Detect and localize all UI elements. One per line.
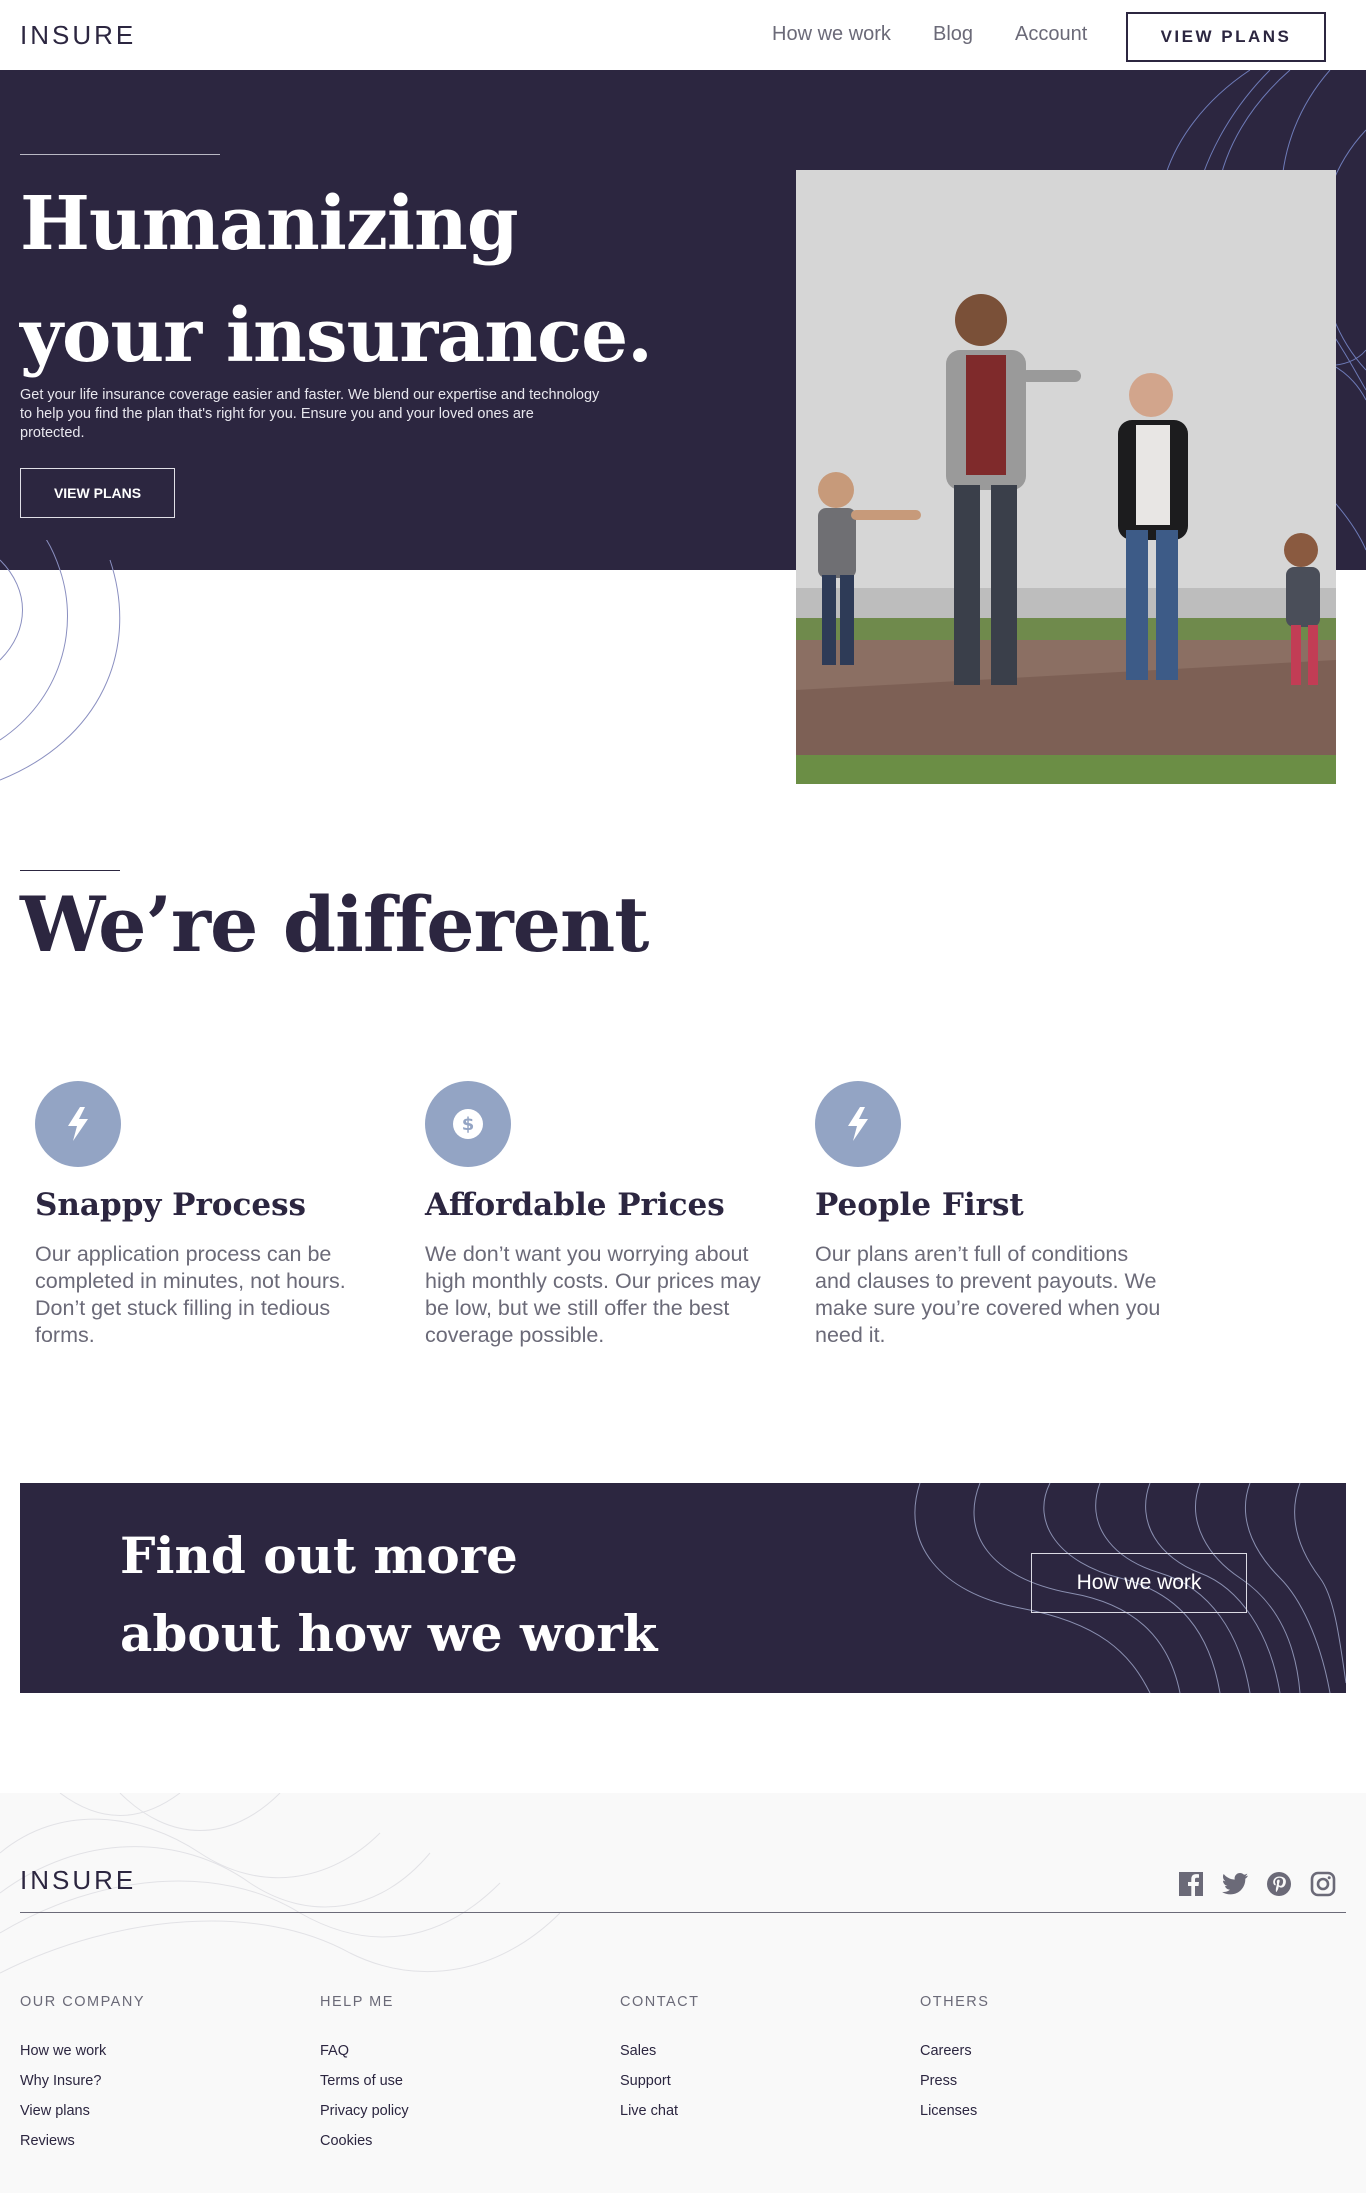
how-we-work-banner: Find out more about how we work How we w… [20, 1483, 1346, 1693]
hero-title: Humanizing your insurance. [20, 168, 660, 392]
family-photo-illustration [796, 170, 1336, 784]
svg-text:$: $ [462, 1114, 475, 1135]
banner-title: Find out more about how we work [120, 1517, 657, 1673]
different-title: We’re different [20, 880, 649, 969]
pinterest-icon[interactable] [1266, 1871, 1292, 1897]
footer-link-why-insure[interactable]: Why Insure? [20, 2073, 320, 2103]
footer-link-cookies[interactable]: Cookies [320, 2133, 620, 2163]
footer-link-view-plans[interactable]: View plans [20, 2103, 320, 2133]
footer-column-heading: CONTACT [620, 1994, 700, 2010]
lightning-bolt-icon [815, 1081, 901, 1167]
footer-column-heading: OUR COMPANY [20, 1994, 145, 2010]
lightning-bolt-icon [35, 1081, 121, 1167]
dollar-icon: $ [425, 1081, 511, 1167]
footer-link-careers[interactable]: Careers [920, 2043, 1220, 2073]
hero-title-line-2: your insurance. [20, 293, 653, 379]
footer-link-live-chat[interactable]: Live chat [620, 2103, 920, 2133]
feature-title: Snappy Process [35, 1187, 306, 1223]
banner-title-line-2: about how we work [120, 1604, 658, 1663]
feature-affordable-prices: $ Affordable Prices We don’t want you wo… [410, 1081, 770, 1349]
footer-link-faq[interactable]: FAQ [320, 2043, 620, 2073]
footer-column-heading: HELP ME [320, 1994, 394, 2010]
hero-view-plans-button[interactable]: VIEW PLANS [20, 468, 175, 518]
nav-account[interactable]: Account [1015, 23, 1087, 46]
footer-column-heading: OTHERS [920, 1994, 990, 2010]
hero-title-line-1: Humanizing [20, 181, 519, 267]
footer-link-licenses[interactable]: Licenses [920, 2103, 1220, 2133]
footer-logo[interactable]: INSURE [20, 1865, 136, 1896]
footer-link-how-we-work[interactable]: How we work [20, 2043, 320, 2073]
footer-column-our-company: OUR COMPANY How we work Why Insure? View… [20, 1994, 320, 2163]
footer-column-contact: CONTACT Sales Support Live chat [620, 1994, 920, 2133]
footer-link-press[interactable]: Press [920, 2073, 1220, 2103]
view-plans-button[interactable]: VIEW PLANS [1126, 12, 1326, 62]
footer-link-terms-of-use[interactable]: Terms of use [320, 2073, 620, 2103]
footer-divider [20, 1912, 1346, 1913]
banner-title-line-1: Find out more [120, 1526, 518, 1585]
facebook-icon[interactable] [1178, 1871, 1204, 1897]
footer-link-privacy-policy[interactable]: Privacy policy [320, 2103, 620, 2133]
site-header: INSURE How we work Blog Account VIEW PLA… [0, 0, 1366, 70]
footer-link-support[interactable]: Support [620, 2073, 920, 2103]
different-divider [20, 870, 120, 871]
footer-column-help-me: HELP ME FAQ Terms of use Privacy policy … [320, 1994, 620, 2163]
nav-blog[interactable]: Blog [933, 23, 973, 46]
footer-link-sales[interactable]: Sales [620, 2043, 920, 2073]
hero-description: Get your life insurance coverage easier … [20, 387, 600, 441]
footer-column-others: OTHERS Careers Press Licenses [920, 1994, 1220, 2133]
feature-title: Affordable Prices [425, 1187, 725, 1223]
left-pattern-curves [0, 540, 121, 781]
feature-text: Our application process can be completed… [35, 1242, 346, 1347]
feature-people-first: People First Our plans aren’t full of co… [800, 1081, 1160, 1349]
family-photo [796, 170, 1336, 784]
logo[interactable]: INSURE [20, 20, 136, 51]
feature-title: People First [815, 1187, 1024, 1223]
hero-divider [20, 154, 220, 155]
how-we-work-button[interactable]: How we work [1031, 1553, 1247, 1613]
site-footer: INSURE OUR COMPANY How we work Why Insur… [0, 1793, 1366, 2193]
nav-how-we-work[interactable]: How we work [772, 23, 891, 46]
footer-link-reviews[interactable]: Reviews [20, 2133, 320, 2163]
instagram-icon[interactable] [1310, 1871, 1336, 1897]
feature-snappy-process: Snappy Process Our application process c… [20, 1081, 380, 1349]
feature-text: We don’t want you worrying about high mo… [425, 1242, 761, 1347]
twitter-icon[interactable] [1222, 1871, 1248, 1897]
feature-text: Our plans aren’t full of conditions and … [815, 1242, 1161, 1347]
